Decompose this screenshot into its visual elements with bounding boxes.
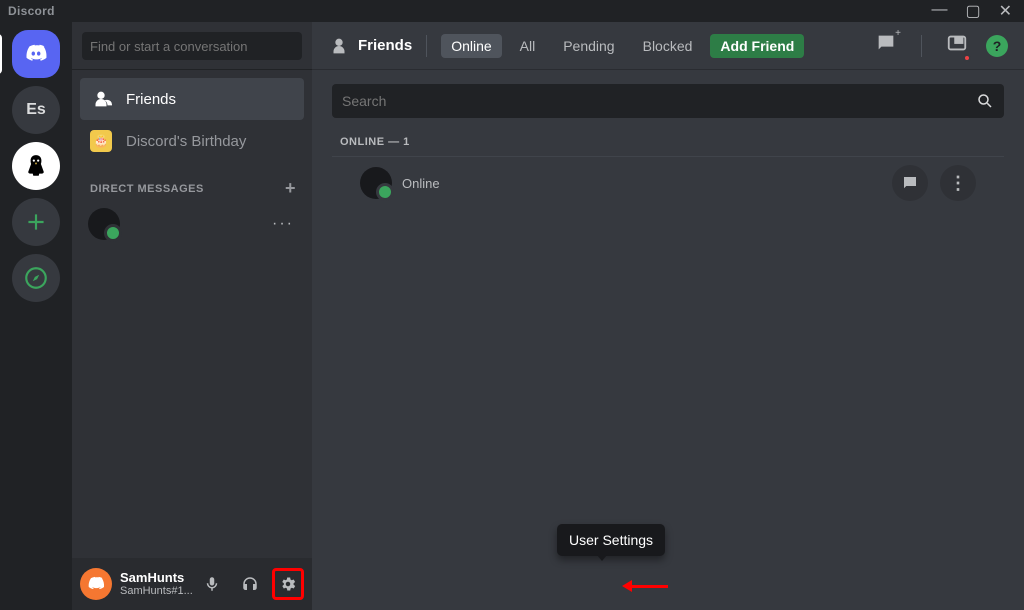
inbox-icon — [946, 32, 968, 54]
plus-icon — [23, 209, 49, 235]
annotation-arrow — [622, 580, 668, 592]
add-friend-button[interactable]: Add Friend — [710, 34, 804, 58]
headphones-icon — [241, 575, 259, 593]
window-titlebar: Discord — ▢ ✕ — [0, 0, 1024, 22]
gear-icon — [279, 575, 297, 593]
discord-logo-icon — [23, 41, 49, 67]
avatar — [88, 208, 120, 240]
help-button[interactable]: ? — [986, 35, 1008, 57]
window-controls: — ▢ ✕ — [931, 1, 1020, 21]
friend-status: Online — [402, 176, 440, 191]
tab-all[interactable]: All — [510, 34, 546, 58]
compass-icon — [23, 265, 49, 291]
app-name: Discord — [8, 4, 55, 18]
message-button[interactable] — [892, 165, 928, 201]
tab-online[interactable]: Online — [441, 34, 501, 58]
birthday-icon: 🎂 — [90, 130, 112, 152]
friend-more-button[interactable]: ⋮ — [940, 165, 976, 201]
home-button[interactable] — [12, 30, 60, 78]
new-group-dm-button[interactable]: + — [875, 32, 897, 59]
add-server-button[interactable] — [12, 198, 60, 246]
server-rail: Es — [0, 22, 72, 610]
tab-pending[interactable]: Pending — [553, 34, 624, 58]
explore-button[interactable] — [12, 254, 60, 302]
penguin-icon — [23, 153, 49, 179]
dm-list-item[interactable]: ··· — [80, 203, 304, 245]
microphone-icon — [203, 575, 221, 593]
friends-heading: Friends — [328, 35, 412, 57]
notification-dot-icon — [963, 54, 971, 62]
server-item-penguin[interactable] — [12, 142, 60, 190]
user-settings-tooltip: User Settings — [557, 524, 665, 556]
user-settings-button[interactable] — [272, 568, 304, 600]
top-bar: Friends Online All Pending Blocked Add F… — [312, 22, 1024, 70]
inbox-button[interactable] — [946, 32, 968, 59]
friends-icon — [90, 88, 112, 110]
sidebar-item-birthday[interactable]: 🎂 Discord's Birthday — [80, 120, 304, 162]
find-conversation-input[interactable] — [82, 32, 302, 60]
mute-button[interactable] — [196, 568, 228, 600]
user-avatar[interactable] — [80, 568, 112, 600]
discord-logo-icon — [86, 574, 106, 594]
dm-actions-button[interactable]: ··· — [272, 215, 294, 233]
search-input[interactable] — [342, 93, 976, 109]
user-panel: SamHunts SamHunts#1... — [72, 558, 312, 610]
minimize-button[interactable]: — — [931, 1, 947, 21]
online-section-label: ONLINE — 1 — [312, 118, 1024, 156]
divider — [426, 35, 427, 57]
chat-icon — [901, 174, 919, 192]
deafen-button[interactable] — [234, 568, 266, 600]
plus-badge-icon: + — [895, 28, 901, 39]
dm-header: DIRECT MESSAGES + — [72, 162, 312, 203]
maximize-button[interactable]: ▢ — [965, 1, 980, 21]
channel-sidebar: Friends 🎂 Discord's Birthday DIRECT MESS… — [72, 22, 312, 610]
friends-search — [332, 84, 1004, 118]
divider — [921, 35, 922, 57]
friend-row[interactable]: Online ⋮ — [332, 156, 1004, 209]
close-button[interactable]: ✕ — [999, 1, 1012, 21]
server-item-es[interactable]: Es — [12, 86, 60, 134]
avatar — [360, 167, 392, 199]
create-dm-button[interactable]: + — [285, 178, 296, 199]
sidebar-item-friends[interactable]: Friends — [80, 78, 304, 120]
chat-icon — [875, 32, 897, 54]
main-content: Friends Online All Pending Blocked Add F… — [312, 22, 1024, 610]
tab-blocked[interactable]: Blocked — [633, 34, 703, 58]
find-conversation-bar — [72, 22, 312, 70]
friends-icon — [328, 35, 350, 57]
sidebar-item-label: Friends — [126, 91, 176, 108]
sidebar-item-label: Discord's Birthday — [126, 133, 246, 150]
user-info[interactable]: SamHunts SamHunts#1... — [120, 571, 193, 597]
search-icon — [976, 92, 994, 110]
